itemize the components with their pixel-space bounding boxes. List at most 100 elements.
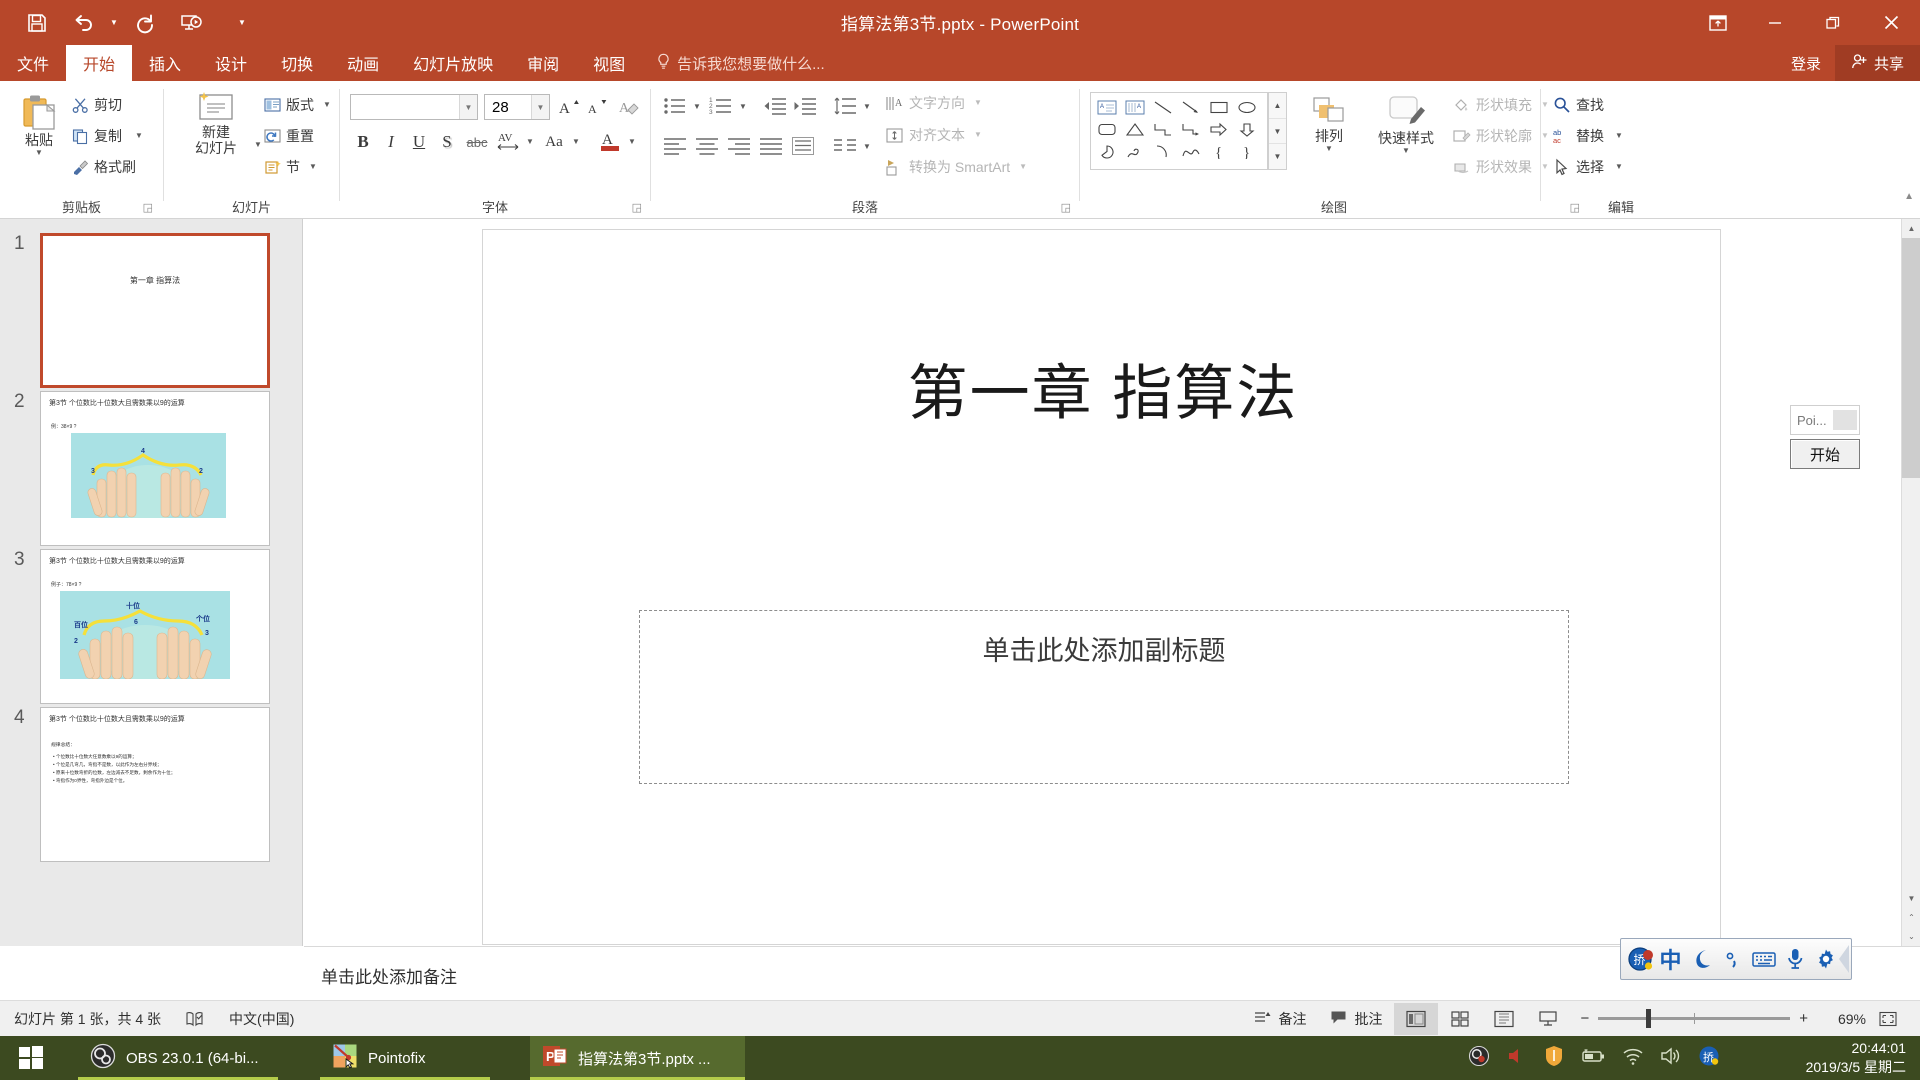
shape-rectangle[interactable] — [1205, 96, 1233, 118]
shape-pie[interactable] — [1093, 140, 1121, 162]
comments-toggle-button[interactable]: 批注 — [1318, 1009, 1394, 1029]
slideshow-view-icon[interactable] — [1526, 1003, 1570, 1035]
thumbnail-frame[interactable]: 第3节 个位数比十位数大且需数乘以9的运算 例：38×9 ? 3 4 2 — [40, 391, 270, 546]
thumbnail-slide-4[interactable]: 4 第3节 个位数比十位数大且需数乘以9的运算 规律总结： • 个位数比十位数大… — [0, 707, 302, 865]
slide-sorter-icon[interactable] — [1438, 1003, 1482, 1035]
tab-design[interactable]: 设计 — [198, 45, 264, 81]
scroll-up-icon[interactable]: ▲ — [1902, 219, 1920, 238]
columns-icon[interactable] — [831, 133, 859, 159]
signin-button[interactable]: 登录 — [1777, 45, 1835, 81]
shape-vertical-textbox[interactable]: A — [1121, 96, 1149, 118]
tab-insert[interactable]: 插入 — [132, 45, 198, 81]
slide-thumbnails-pane[interactable]: 1 第一章 指算法 2 第3节 个位数比十位数大且需数乘以9的运算 例：38×9… — [0, 219, 303, 946]
text-direction-button[interactable]: A 文字方向 ▼ — [885, 93, 982, 113]
character-spacing-button[interactable]: AV — [494, 127, 524, 155]
tab-file[interactable]: 文件 — [0, 45, 66, 81]
redo-icon[interactable] — [122, 0, 168, 45]
shape-oval[interactable] — [1233, 96, 1261, 118]
shape-fill-button[interactable]: 形状填充 ▼ — [1452, 95, 1549, 115]
shape-scribble[interactable] — [1121, 140, 1149, 162]
close-icon[interactable] — [1862, 0, 1920, 45]
tell-me-search[interactable]: 告诉我您想要做什么... — [642, 45, 839, 81]
zoom-out-button[interactable]: − — [1580, 1010, 1589, 1027]
shape-textbox[interactable]: A — [1093, 96, 1121, 118]
align-right-icon[interactable] — [725, 133, 753, 159]
arrange-dropdown-icon[interactable]: ▼ — [1325, 144, 1333, 153]
character-spacing-dropdown-icon[interactable]: ▼ — [526, 138, 534, 146]
select-dropdown-icon[interactable]: ▼ — [1615, 163, 1623, 171]
thumbnail-frame[interactable]: 第3节 个位数比十位数大且需数乘以9的运算 规律总结： • 个位数比十位数大任意… — [40, 707, 270, 862]
shape-arrow[interactable] — [1177, 96, 1205, 118]
align-text-button[interactable]: 对齐文本 ▼ — [885, 125, 982, 145]
shape-elbow-arrow-connector[interactable] — [1177, 118, 1205, 140]
font-size-dropdown-icon[interactable]: ▼ — [531, 95, 549, 119]
smartart-dropdown-icon[interactable]: ▼ — [1019, 163, 1027, 171]
current-slide[interactable]: 第一章 指算法 单击此处添加副标题 — [482, 229, 1721, 945]
tab-home[interactable]: 开始 — [66, 45, 133, 81]
scrollbar-thumb[interactable] — [1902, 238, 1920, 478]
chinese-english-toggle-icon[interactable]: 中 — [1656, 943, 1685, 975]
cut-button[interactable]: 剪切 — [72, 95, 122, 115]
save-icon[interactable] — [14, 0, 60, 45]
keyboard-icon[interactable] — [1749, 943, 1778, 975]
ribbon-display-options-icon[interactable] — [1690, 0, 1746, 45]
scroll-down-icon[interactable]: ▼ — [1902, 889, 1920, 908]
shape-triangle[interactable] — [1121, 118, 1149, 140]
pointofix-floating-window[interactable]: Poi... 开始 — [1790, 405, 1860, 469]
shape-right-brace[interactable]: } — [1233, 140, 1261, 162]
security-shield-icon[interactable] — [1544, 1045, 1564, 1072]
convert-to-smartart-button[interactable]: 转换为 SmartArt ▼ — [885, 157, 1027, 177]
minimize-icon[interactable] — [1746, 0, 1804, 45]
gear-icon[interactable] — [1811, 943, 1840, 975]
shape-down-arrow[interactable] — [1233, 118, 1261, 140]
numbered-list-dropdown-icon[interactable]: ▼ — [739, 103, 747, 111]
align-center-icon[interactable] — [693, 133, 721, 159]
volume-mute-icon[interactable] — [1506, 1046, 1528, 1071]
ime-collapse-handle[interactable] — [1839, 945, 1849, 973]
justify-icon[interactable] — [757, 133, 785, 159]
zoom-percent-label[interactable]: 69% — [1818, 1011, 1866, 1027]
tab-transitions[interactable]: 切换 — [264, 45, 330, 81]
taskbar-item-pointofix[interactable]: Pointofix — [320, 1036, 490, 1080]
sogou-tray-icon[interactable]: 挢 — [1698, 1045, 1720, 1072]
thumbnail-frame[interactable]: 第一章 指算法 — [40, 233, 270, 388]
paste-dropdown-icon[interactable]: ▼ — [35, 148, 43, 157]
replace-dropdown-icon[interactable]: ▼ — [1615, 132, 1623, 140]
clear-formatting-icon[interactable]: A — [616, 95, 642, 119]
line-spacing-icon[interactable] — [831, 93, 859, 119]
shape-curve[interactable] — [1177, 140, 1205, 162]
pointofix-start-button[interactable]: 开始 — [1790, 439, 1860, 469]
microphone-icon[interactable] — [1780, 943, 1809, 975]
language-label[interactable]: 中文(中国) — [229, 1009, 294, 1029]
thumbnail-slide-1[interactable]: 1 第一章 指算法 — [0, 233, 302, 391]
select-button[interactable]: 选择 ▼ — [1553, 157, 1623, 177]
canvas-vertical-scrollbar[interactable]: ▲ ▼ ⌃ ⌄ — [1901, 219, 1920, 946]
zoom-track[interactable] — [1598, 1009, 1791, 1028]
shape-elbow-connector[interactable] — [1149, 118, 1177, 140]
battery-icon[interactable] — [1580, 1047, 1606, 1070]
undo-dropdown-icon[interactable]: ▼ — [106, 0, 122, 45]
zoom-slider[interactable]: − + — [1570, 1009, 1818, 1028]
normal-view-icon[interactable] — [1394, 1002, 1439, 1035]
text-shadow-button[interactable]: S — [434, 129, 460, 155]
layout-button[interactable]: 版式 ▼ — [264, 95, 331, 115]
taskbar-clock[interactable]: 20:44:01 2019/3/5 星期二 — [1806, 1036, 1906, 1080]
shape-outline-button[interactable]: 形状轮廓 ▼ — [1452, 126, 1549, 146]
new-slide-button[interactable]: 新建 幻灯片 — [178, 91, 254, 156]
bullet-list-dropdown-icon[interactable]: ▼ — [693, 103, 701, 111]
change-case-button[interactable]: Aa — [538, 129, 570, 155]
paste-button[interactable]: 粘贴 ▼ — [8, 93, 70, 157]
slide-subtitle-placeholder[interactable]: 单击此处添加副标题 — [639, 610, 1569, 784]
spellcheck-icon[interactable] — [185, 1011, 205, 1027]
share-button[interactable]: 共享 — [1834, 45, 1920, 81]
windows-start-icon[interactable] — [0, 1036, 62, 1080]
font-dialog-launcher[interactable]: ◲ — [632, 201, 642, 214]
notes-toggle-button[interactable]: 备注 — [1242, 1009, 1318, 1029]
taskbar-item-powerpoint[interactable]: P 指算法第3节.pptx ... — [530, 1036, 745, 1080]
grow-font-icon[interactable]: A — [556, 95, 582, 119]
fit-slide-icon[interactable] — [1866, 1003, 1910, 1035]
shape-rounded-rectangle[interactable] — [1093, 118, 1121, 140]
undo-icon[interactable] — [60, 0, 106, 45]
clipboard-dialog-launcher[interactable]: ◲ — [143, 201, 153, 214]
format-painter-button[interactable]: 格式刷 — [72, 157, 136, 177]
